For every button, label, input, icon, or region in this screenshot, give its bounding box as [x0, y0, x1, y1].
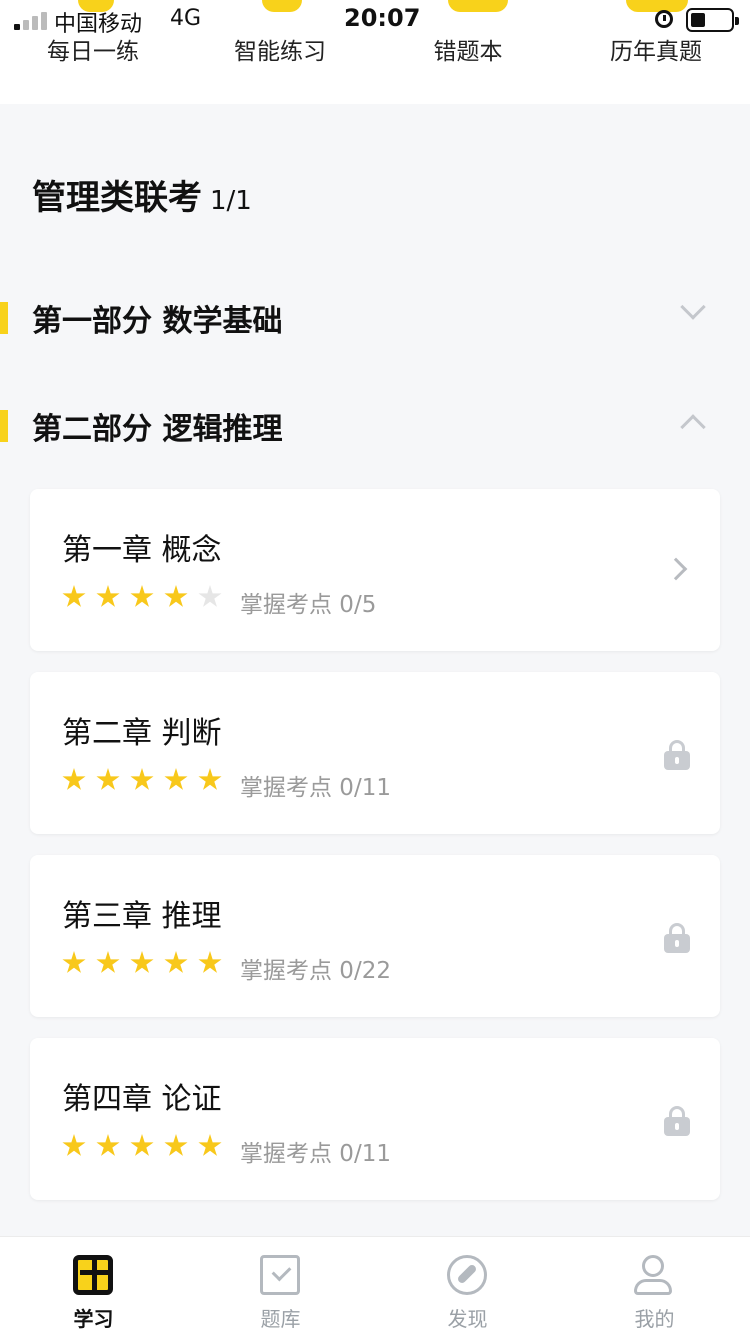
section-math-basics[interactable]: 第一部分 数学基础: [0, 292, 750, 342]
section-title: 第二部分 逻辑推理: [32, 412, 283, 447]
tab-label: 我的: [634, 1307, 675, 1331]
star-filled-icon: [130, 585, 154, 607]
profile-icon: [634, 1255, 674, 1295]
star-filled-icon: [96, 768, 120, 790]
star-rating: [62, 585, 232, 611]
star-filled-icon: [130, 768, 154, 790]
chapter-title: 第四章 论证: [62, 1082, 222, 1117]
study-icon: [73, 1255, 113, 1295]
star-filled-icon: [96, 1134, 120, 1156]
chapter-title: 第一章 概念: [62, 533, 222, 568]
star-rating: [62, 1134, 232, 1160]
star-filled-icon: [62, 585, 86, 607]
star-filled-icon: [62, 1134, 86, 1156]
tab-discover[interactable]: 发现: [374, 1237, 561, 1334]
chapter-card-1[interactable]: 第一章 概念 掌握考点 0/5: [30, 489, 720, 651]
lock-icon: [664, 1106, 690, 1136]
star-filled-icon: [164, 951, 188, 973]
section-logic-reasoning[interactable]: 第二部分 逻辑推理: [0, 400, 750, 450]
chapter-title: 第三章 推理: [62, 899, 222, 934]
alarm-icon: [655, 10, 673, 28]
star-filled-icon: [164, 1134, 188, 1156]
tab-label: 学习: [73, 1307, 114, 1331]
tab-bar: 学习 题库 发现 我的: [0, 1236, 750, 1334]
star-filled-icon: [130, 951, 154, 973]
section-accent-bar: [0, 302, 8, 334]
star-filled-icon: [96, 585, 120, 607]
network-label: 4G: [170, 6, 202, 31]
quick-nav-daily-practice[interactable]: 每日一练: [3, 32, 183, 66]
discover-icon: [447, 1255, 487, 1295]
star-rating: [62, 951, 232, 977]
section-accent-bar: [0, 410, 8, 442]
lock-icon: [664, 923, 690, 953]
status-time: 20:07: [344, 4, 421, 32]
chapter-card-3[interactable]: 第三章 推理 掌握考点 0/22: [30, 855, 720, 1017]
star-filled-icon: [96, 951, 120, 973]
mastery-count: 掌握考点 0/22: [240, 958, 391, 984]
quick-nav: 每日一练 智能练习 错题本 历年真题: [0, 32, 750, 72]
star-filled-icon: [62, 768, 86, 790]
star-filled-icon: [130, 1134, 154, 1156]
star-empty-icon: [198, 585, 222, 607]
exam-title[interactable]: 管理类联考 1/1: [32, 170, 252, 219]
tab-profile[interactable]: 我的: [561, 1237, 748, 1334]
star-rating: [62, 768, 232, 794]
exam-progress: 1/1: [210, 186, 252, 216]
chapter-card-2[interactable]: 第二章 判断 掌握考点 0/11: [30, 672, 720, 834]
star-filled-icon: [198, 1134, 222, 1156]
tab-label: 题库: [260, 1307, 301, 1331]
mastery-count: 掌握考点 0/5: [240, 592, 377, 618]
chevron-up-icon[interactable]: [680, 414, 706, 440]
question-bank-icon: [260, 1255, 300, 1295]
exam-name: 管理类联考: [32, 178, 202, 218]
section-title: 第一部分 数学基础: [32, 304, 283, 339]
chapter-card-4[interactable]: 第四章 论证 掌握考点 0/11: [30, 1038, 720, 1200]
signal-icon: [14, 12, 48, 30]
mastery-count: 掌握考点 0/11: [240, 775, 391, 801]
chapter-title: 第二章 判断: [62, 716, 222, 751]
chevron-down-icon[interactable]: [680, 294, 706, 320]
star-filled-icon: [164, 768, 188, 790]
mastery-count: 掌握考点 0/11: [240, 1141, 391, 1167]
lock-icon: [664, 740, 690, 770]
battery-icon: [686, 8, 739, 32]
star-filled-icon: [198, 768, 222, 790]
star-filled-icon: [198, 951, 222, 973]
chevron-right-icon[interactable]: [664, 557, 688, 581]
tab-label: 发现: [447, 1307, 488, 1331]
quick-nav-past-papers[interactable]: 历年真题: [566, 32, 746, 66]
top-area: 中国移动 4G 20:07 每日一练 智能练习 错题本 历年真题: [0, 0, 750, 104]
star-filled-icon: [62, 951, 86, 973]
quick-nav-mistakes-book[interactable]: 错题本: [378, 32, 558, 66]
quick-nav-smart-practice[interactable]: 智能练习: [190, 32, 370, 66]
tab-question-bank[interactable]: 题库: [187, 1237, 374, 1334]
tab-study[interactable]: 学习: [0, 1237, 187, 1334]
star-filled-icon: [164, 585, 188, 607]
